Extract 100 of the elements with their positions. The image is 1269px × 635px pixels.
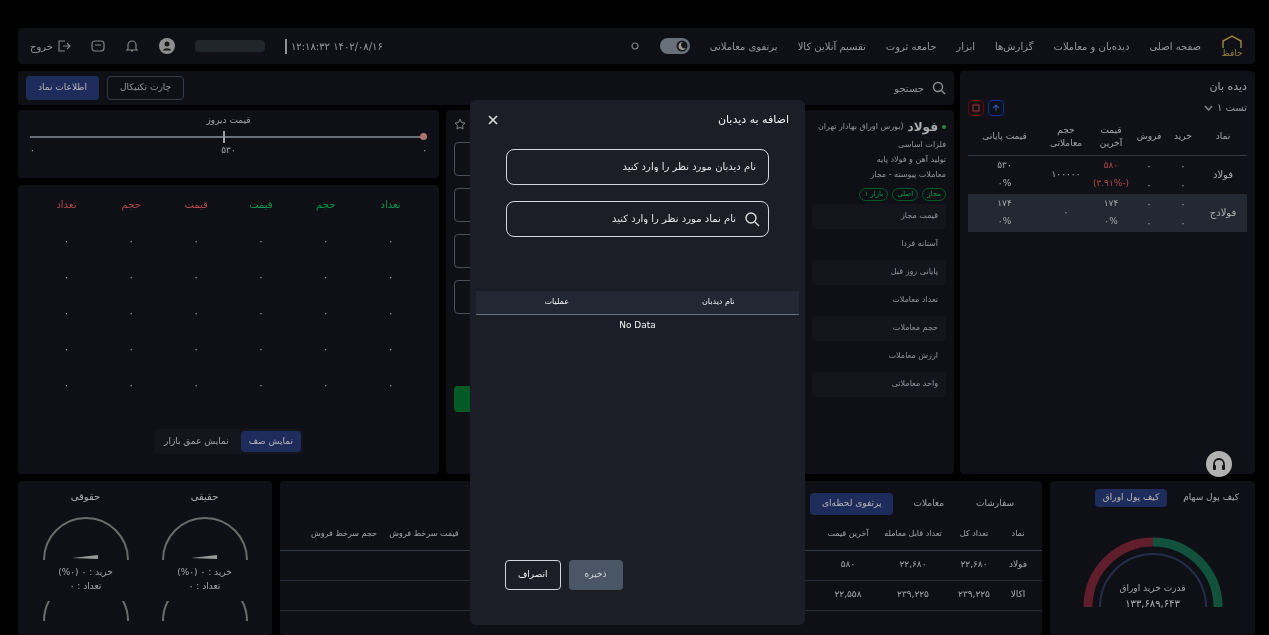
info-row: قیمت مجاز [812, 203, 946, 229]
table-cell-text: ۲۲,۶۸۰ [898, 558, 928, 572]
column-header: تعداد کل [958, 528, 990, 540]
column-header: نام دیدبان [700, 296, 736, 308]
nav-link[interactable]: ابزار [956, 38, 976, 54]
table-cell-text: ۰ [127, 306, 135, 320]
table-cell-text: ۲۳۹,۲۲۵ [957, 588, 991, 602]
bell-icon [125, 39, 139, 53]
table-cell-text: ۰ [1180, 158, 1186, 173]
table-cell-text: ۰ [192, 234, 200, 248]
symbol-search-field[interactable]: نام نماد مورد نظر را وارد کنید [506, 200, 769, 237]
search-field[interactable]: جستجو [824, 77, 924, 99]
watchlist-name-field[interactable]: نام دیدبان مورد نظر را وارد کنید [506, 148, 769, 185]
tab-button[interactable]: چارت تکنیکال [106, 76, 185, 100]
nav-link[interactable]: دیده‌بان و معاملات [1053, 38, 1130, 54]
table-cell-text: ۰ [127, 378, 135, 392]
table-cell-text: ۰ [257, 378, 265, 392]
table-cell-text: ۰ [322, 270, 330, 284]
nav-link[interactable]: صفحه اصلی [1149, 38, 1201, 54]
table-cell-text: ۰ [1062, 205, 1070, 219]
nav-link[interactable]: تقسیم آنلاین کالا [797, 38, 866, 54]
info-row: واحد معاملاتی [812, 371, 946, 397]
slider-end-marker [420, 132, 427, 140]
table-cell-text: ۰ [62, 342, 71, 356]
column-header: فروش [1135, 130, 1163, 144]
gauge-value: ۱۳۳,۶۸۹,۶۴۳ [1125, 596, 1180, 611]
table-cell-text: ۲۲,۶۸۰ [959, 558, 989, 572]
table-cell-text: ۰ [62, 270, 71, 284]
table-cell-text: فولاد [1007, 558, 1029, 572]
market-name: (بورس اوراق بهادار تهران [817, 121, 904, 133]
chevron-down-icon [1203, 104, 1213, 111]
table-cell-text: ۲۲,۵۵۸ [833, 588, 863, 602]
column-header: تعداد [55, 198, 78, 212]
star-icon [454, 118, 466, 130]
gauge-text: تعداد : ۰ [69, 579, 102, 593]
column-header: حجم [120, 198, 142, 212]
table-cell-text: ۰ [1146, 215, 1152, 230]
table-cell-text: ۵۸۰ [839, 558, 857, 572]
orders-tab[interactable]: معاملات [901, 493, 957, 515]
nav-link[interactable]: پرتفوی معاملاتی [709, 38, 778, 54]
slider-title: قیمت دیروز [206, 114, 251, 127]
column-header: تعداد [379, 198, 402, 212]
table-cell-text: ۰ [1180, 196, 1186, 211]
moon-icon [675, 40, 688, 52]
theme-toggle[interactable] [659, 38, 690, 54]
column-header: حجم سرخط فروش [309, 528, 378, 540]
wallet-icon [91, 39, 105, 53]
wallet-tab[interactable]: کیف پول سهام [1175, 489, 1247, 507]
min-label: ۰ [422, 143, 427, 157]
logout-button[interactable]: خروج [30, 38, 71, 54]
watchlist-dropdown[interactable]: تست ۱ [1203, 100, 1247, 115]
table-cell: ۰% [997, 176, 1012, 190]
gauge-caption: قدرت خرید اوراق [1119, 582, 1186, 595]
table-cell-text: ۰ [192, 342, 200, 356]
gauge-text: تعداد : ۰ [188, 579, 221, 593]
slider-track[interactable] [30, 129, 427, 144]
table-cell-text: ۰ [1180, 215, 1186, 230]
close-icon [488, 115, 498, 126]
nav-link[interactable]: جامعه ثروت [885, 38, 937, 54]
support-button[interactable] [1206, 451, 1232, 477]
panel-title: دیده بان [1208, 79, 1247, 95]
upload-icon [992, 103, 1000, 112]
table-cell-text: ۰ [127, 270, 135, 284]
table-cell-text: ۰ [62, 234, 71, 248]
orders-tab[interactable]: سفارشات [964, 493, 1026, 515]
table-cell-text: ۲۳۹,۲۲۵ [896, 588, 930, 602]
cancel-button[interactable]: انصراف [505, 560, 561, 590]
orders-tab[interactable]: پرتفوی لحظه‌ای [810, 493, 894, 515]
view-tab[interactable]: نمایش عمق بازار [156, 430, 237, 452]
slider-thumb[interactable] [222, 130, 225, 143]
table-cell-text: ۰ [386, 378, 395, 392]
tab-button[interactable]: اطلاعات نماد [26, 76, 99, 100]
table-cell-text: ۱۰۰۰۰۰ [1050, 167, 1082, 181]
table-cell-text: ۰ [257, 270, 265, 284]
view-tab[interactable]: نمایش صف [240, 430, 301, 452]
table-cell-text: ۰ [257, 234, 265, 248]
table-row[interactable]: فولادج ۰ ۰ ۰ ۰ ۱۷۴ ۰% ۰ ۱۷۴ ۰% [968, 193, 1247, 232]
column-header: خرید [1173, 130, 1193, 144]
table-cell-text: ۱۷۴ [1103, 197, 1119, 210]
dialog-title: اضافه به دیدبان [717, 112, 789, 128]
wallet-tab[interactable]: کیف پول اوراق [1094, 489, 1168, 507]
table-cell-text: ۰ [257, 342, 265, 356]
table-cell: (-۳.۹۱%) [1092, 176, 1130, 190]
info-text: تولید آهن و فولاد پایه [875, 154, 946, 166]
nav-link[interactable]: گزارش‌ها [995, 38, 1034, 54]
search-icon [932, 81, 946, 95]
table-cell-text: ۵۳۰ [997, 159, 1012, 172]
search-icon [744, 210, 760, 227]
column-header: قیمت پایانی [981, 130, 1028, 144]
column-header: قیمت [183, 198, 209, 212]
table-cell-text: ۰ [192, 306, 200, 320]
table-cell-text: ۰ [386, 270, 395, 284]
square-icon [972, 103, 980, 112]
table-cell-text: ۱۷۴ [997, 197, 1012, 210]
column-header: نماد [1010, 528, 1026, 540]
table-cell: ۰% [997, 214, 1012, 228]
table-cell-text: ۰ [386, 342, 395, 356]
table-cell: ۰% [1104, 214, 1118, 228]
table-cell-text: اکالا [1009, 588, 1027, 602]
info-row: پایانی روز قبل [812, 259, 946, 285]
